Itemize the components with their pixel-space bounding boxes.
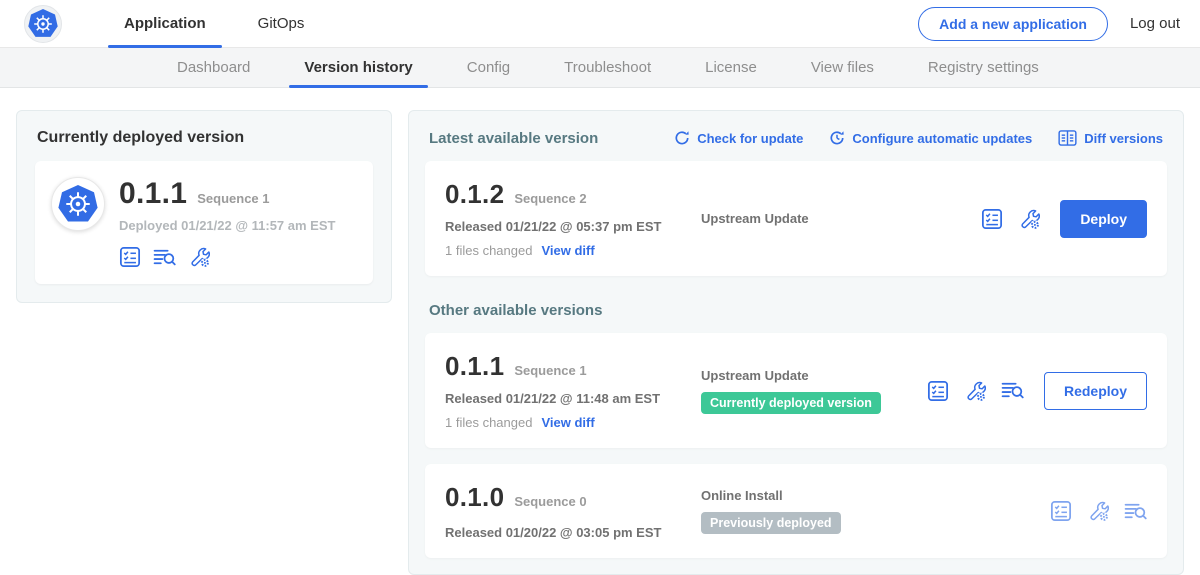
deploy-logs-icon[interactable] [153, 247, 176, 268]
sequence-label: Sequence 2 [514, 191, 586, 206]
currently-deployed-badge: Currently deployed version [701, 392, 881, 414]
check-for-update-label: Check for update [697, 131, 803, 146]
preflight-checks-icon[interactable] [981, 208, 1003, 230]
subtab-config-label: Config [467, 59, 510, 76]
diff-icon [1058, 129, 1077, 147]
sequence-label: Sequence 0 [514, 494, 586, 509]
deployed-timestamp: Deployed 01/21/22 @ 11:57 am EST [119, 218, 335, 233]
refresh-icon [674, 130, 690, 146]
tab-application[interactable]: Application [98, 0, 232, 47]
previously-deployed-badge: Previously deployed [701, 512, 841, 534]
diff-versions-label: Diff versions [1084, 131, 1163, 146]
configure-automatic-updates-label: Configure automatic updates [852, 131, 1032, 146]
subtab-version-history[interactable]: Version history [277, 48, 439, 87]
logout-link[interactable]: Log out [1130, 15, 1180, 32]
preflight-checks-icon[interactable] [119, 246, 141, 268]
released-timestamp: Released 01/20/22 @ 03:05 pm EST [445, 525, 701, 540]
other-versions-heading: Other available versions [429, 302, 1163, 319]
auto-update-icon [829, 130, 845, 146]
tab-gitops[interactable]: GitOps [232, 0, 331, 47]
deploy-logs-icon[interactable] [1124, 501, 1147, 522]
deploy-button[interactable]: Deploy [1060, 200, 1147, 238]
tab-application-label: Application [124, 15, 206, 32]
view-diff-link[interactable]: View diff [541, 415, 594, 430]
subtab-license-label: License [705, 59, 757, 76]
version-card-0-1-0: 0.1.0 Sequence 0 Released 01/20/22 @ 03:… [425, 464, 1167, 558]
files-changed-label: 1 files changed [445, 415, 532, 430]
subtab-version-history-label: Version history [304, 59, 412, 76]
version-card-0-1-1: 0.1.1 Sequence 1 Released 01/21/22 @ 11:… [425, 333, 1167, 448]
diff-versions-link[interactable]: Diff versions [1058, 129, 1163, 147]
preflight-checks-icon[interactable] [1050, 500, 1072, 522]
version-source-label: Upstream Update [701, 211, 981, 226]
add-application-button[interactable]: Add a new application [918, 7, 1108, 41]
preflight-checks-icon[interactable] [927, 380, 949, 402]
version-source-label: Upstream Update [701, 368, 927, 383]
latest-available-heading: Latest available version [429, 130, 598, 147]
configure-automatic-updates-link[interactable]: Configure automatic updates [829, 130, 1032, 146]
edit-config-icon[interactable] [1018, 208, 1040, 230]
subtab-registry-settings[interactable]: Registry settings [901, 48, 1066, 87]
version-source-label: Online Install [701, 488, 1050, 503]
main-content: Currently deployed version 0.1.1 Sequenc… [0, 88, 1200, 575]
deployed-version-card: 0.1.1 Sequence 1 Deployed 01/21/22 @ 11:… [35, 161, 373, 284]
kubernetes-logo [24, 5, 62, 43]
tab-gitops-label: GitOps [258, 15, 305, 32]
deployed-sequence-label: Sequence 1 [197, 191, 269, 206]
files-changed-label: 1 files changed [445, 243, 532, 258]
subtab-troubleshoot-label: Troubleshoot [564, 59, 651, 76]
top-nav: Application GitOps Add a new application… [0, 0, 1200, 48]
view-diff-link[interactable]: View diff [541, 243, 594, 258]
subtab-troubleshoot[interactable]: Troubleshoot [537, 48, 678, 87]
available-versions-panel: Latest available version Check for updat… [408, 110, 1184, 575]
edit-config-icon[interactable] [188, 246, 210, 268]
subtab-config[interactable]: Config [440, 48, 537, 87]
released-timestamp: Released 01/21/22 @ 05:37 pm EST [445, 219, 701, 234]
app-logo [51, 177, 105, 231]
subtab-license[interactable]: License [678, 48, 784, 87]
subtab-view-files[interactable]: View files [784, 48, 901, 87]
deployed-version-number: 0.1.1 [119, 177, 187, 211]
version-card-0-1-2: 0.1.2 Sequence 2 Released 01/21/22 @ 05:… [425, 161, 1167, 276]
currently-deployed-panel: Currently deployed version 0.1.1 Sequenc… [16, 110, 392, 303]
version-number: 0.1.0 [445, 482, 504, 513]
deploy-logs-icon[interactable] [1001, 380, 1024, 401]
redeploy-button[interactable]: Redeploy [1044, 372, 1147, 410]
subtab-dashboard[interactable]: Dashboard [150, 48, 277, 87]
edit-config-icon[interactable] [1087, 500, 1109, 522]
version-number: 0.1.2 [445, 179, 504, 210]
check-for-update-link[interactable]: Check for update [674, 130, 803, 146]
subtab-view-files-label: View files [811, 59, 874, 76]
edit-config-icon[interactable] [964, 380, 986, 402]
sequence-label: Sequence 1 [514, 363, 586, 378]
subtab-dashboard-label: Dashboard [177, 59, 250, 76]
currently-deployed-title: Currently deployed version [35, 129, 373, 147]
released-timestamp: Released 01/21/22 @ 11:48 am EST [445, 391, 701, 406]
app-sub-nav: Dashboard Version history Config Trouble… [0, 48, 1200, 88]
subtab-registry-settings-label: Registry settings [928, 59, 1039, 76]
version-number: 0.1.1 [445, 351, 504, 382]
